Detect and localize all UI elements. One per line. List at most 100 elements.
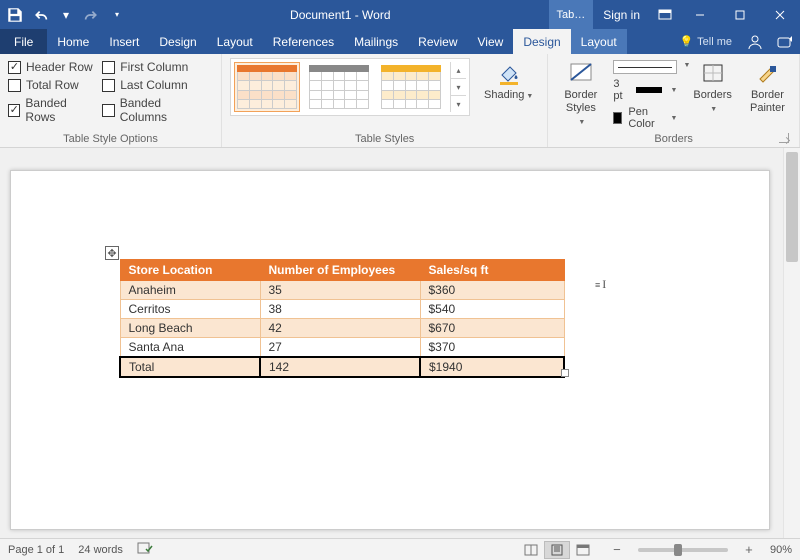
style-thumb-3[interactable] [378, 62, 444, 112]
table-row: Anaheim35$360 [120, 281, 564, 300]
view-read-mode[interactable] [518, 541, 544, 559]
tab-review[interactable]: Review [408, 29, 467, 54]
table-row: Long Beach42$670 [120, 319, 564, 338]
table-resize-handle[interactable] [561, 369, 569, 377]
line-style-selector[interactable]: ▼ [613, 60, 677, 74]
chk-banded-columns[interactable]: Banded Columns [102, 96, 207, 124]
border-styles-label: Border Styles [564, 89, 597, 114]
col-header-location[interactable]: Store Location [120, 260, 260, 281]
table-tools-label: Tab… [549, 0, 594, 29]
undo-dropdown-icon[interactable]: ▾ [62, 6, 70, 24]
page-indicator[interactable]: Page 1 of 1 [8, 544, 64, 556]
style-thumb-2[interactable] [306, 62, 372, 112]
group-label-borders: Borders [556, 131, 791, 145]
ribbon: Header Row Total Row Banded Rows First C… [0, 54, 800, 148]
table-styles-gallery[interactable]: ▴▾▾ [230, 58, 470, 116]
table-row: Santa Ana27$370 [120, 338, 564, 358]
group-label-style-options: Table Style Options [8, 131, 213, 145]
word-count[interactable]: 24 words [78, 544, 123, 556]
view-print-layout[interactable] [544, 541, 570, 559]
tab-mailings[interactable]: Mailings [344, 29, 408, 54]
chk-header-row[interactable]: Header Row [8, 60, 96, 74]
vertical-scrollbar[interactable] [783, 148, 800, 538]
qat-customize-icon[interactable]: ▾ [108, 6, 126, 24]
line-weight-selector[interactable]: 3 pt▼ [613, 78, 677, 102]
group-table-styles: ▴▾▾ Shading▼ Table Styles [222, 54, 548, 147]
chk-banded-rows-label: Banded Rows [25, 96, 96, 124]
tab-file[interactable]: File [0, 29, 47, 54]
borders-button[interactable]: Borders▼ [687, 58, 738, 115]
view-web-layout[interactable] [570, 541, 596, 559]
zoom-slider-knob[interactable] [674, 544, 682, 556]
document-page[interactable]: ✥ Store Location Number of Employees Sal… [10, 170, 770, 530]
scrollbar-thumb[interactable] [786, 152, 798, 262]
zoom-level[interactable]: 90% [770, 544, 792, 556]
shading-label: Shading [484, 89, 524, 101]
ribbon-tabs: File Home Insert Design Layout Reference… [0, 29, 800, 54]
share-icon[interactable] [770, 29, 800, 54]
group-table-style-options: Header Row Total Row Banded Rows First C… [0, 54, 222, 147]
border-styles-icon [567, 60, 595, 86]
group-label-table-styles: Table Styles [230, 131, 539, 145]
border-styles-button[interactable]: Border Styles▼ [556, 58, 605, 129]
redo-icon[interactable] [80, 6, 98, 24]
border-painter-icon [753, 60, 781, 86]
chk-banded-rows[interactable]: Banded Rows [8, 96, 96, 124]
gallery-more-button[interactable]: ▴▾▾ [450, 62, 466, 112]
borders-icon [699, 60, 727, 86]
tab-table-layout[interactable]: Layout [571, 29, 627, 54]
border-painter-label: Border Painter [750, 89, 785, 115]
maximize-button[interactable] [720, 0, 760, 29]
text-cursor: ≡I [595, 277, 606, 292]
pen-color-label: Pen Color [628, 106, 662, 130]
title-bar: ▾ ▾ Document1 - Word Tab… Sign in [0, 0, 800, 29]
zoom-slider[interactable] [638, 548, 728, 552]
tab-layout[interactable]: Layout [207, 29, 263, 54]
zoom-in-button[interactable]: + [742, 542, 756, 557]
chk-first-column[interactable]: First Column [102, 60, 207, 74]
shading-icon [495, 60, 523, 86]
pen-color-selector[interactable]: Pen Color▼ [613, 106, 677, 130]
tab-references[interactable]: References [263, 29, 344, 54]
tab-home[interactable]: Home [47, 29, 99, 54]
group-borders: Border Styles▼ ▼ 3 pt▼ Pen Color▼ Border… [548, 54, 800, 147]
line-weight-label: 3 pt [613, 78, 630, 102]
document-table[interactable]: Store Location Number of Employees Sales… [119, 259, 565, 378]
minimize-button[interactable] [680, 0, 720, 29]
document-workspace: ✥ Store Location Number of Employees Sal… [0, 148, 800, 538]
undo-icon[interactable] [34, 6, 52, 24]
chk-first-column-label: First Column [120, 60, 188, 74]
chk-last-column-label: Last Column [120, 78, 187, 92]
spellcheck-icon[interactable] [137, 541, 153, 558]
lightbulb-icon: 💡 [679, 35, 693, 48]
zoom-out-button[interactable]: − [610, 542, 624, 557]
shading-button[interactable]: Shading▼ [478, 58, 539, 102]
chk-header-row-label: Header Row [26, 60, 93, 74]
pen-color-swatch [613, 112, 622, 124]
save-icon[interactable] [6, 6, 24, 24]
sign-in-link[interactable]: Sign in [593, 8, 650, 22]
style-thumb-1[interactable] [234, 62, 300, 112]
document-title: Document1 - Word [132, 0, 549, 29]
col-header-sales[interactable]: Sales/sq ft [420, 260, 564, 281]
tab-view[interactable]: View [468, 29, 514, 54]
status-bar: Page 1 of 1 24 words − + 90% [0, 538, 800, 560]
tab-table-design[interactable]: Design [513, 29, 570, 54]
chk-total-row-label: Total Row [26, 78, 79, 92]
chk-banded-columns-label: Banded Columns [120, 96, 207, 124]
tab-insert[interactable]: Insert [99, 29, 149, 54]
borders-label: Borders [693, 89, 732, 101]
tell-me-label: Tell me [697, 36, 732, 48]
account-icon[interactable] [740, 29, 770, 54]
col-header-employees[interactable]: Number of Employees [260, 260, 420, 281]
borders-dialog-launcher[interactable] [779, 133, 789, 143]
tab-design[interactable]: Design [149, 29, 206, 54]
border-painter-button[interactable]: Border Painter [744, 58, 791, 115]
chk-last-column[interactable]: Last Column [102, 78, 207, 92]
ribbon-display-options-icon[interactable] [650, 9, 680, 21]
tell-me-search[interactable]: 💡 Tell me [671, 29, 740, 54]
table-total-row: Total142$1940 [120, 357, 564, 377]
table-move-handle[interactable]: ✥ [105, 246, 119, 260]
chk-total-row[interactable]: Total Row [8, 78, 96, 92]
close-button[interactable] [760, 0, 800, 29]
